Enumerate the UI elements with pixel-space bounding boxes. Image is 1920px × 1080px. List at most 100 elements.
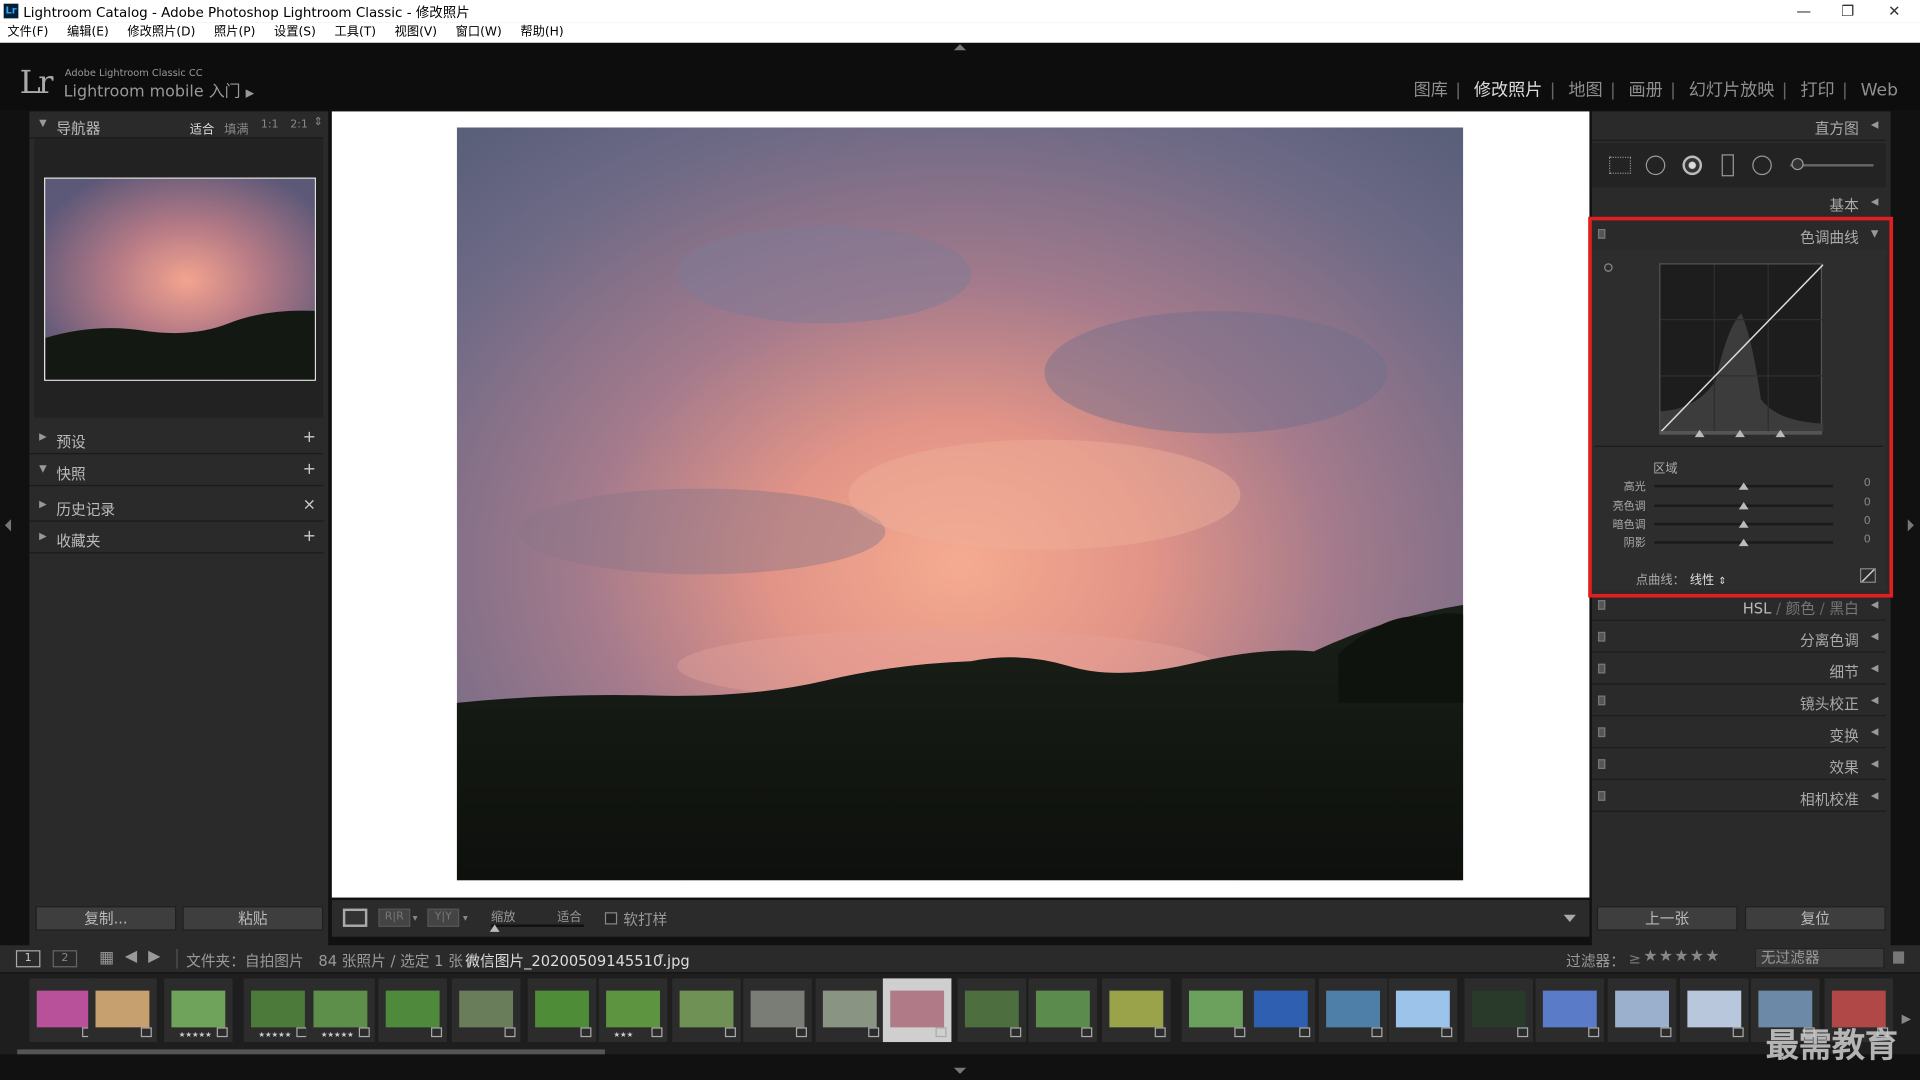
- back-arrow-icon[interactable]: ◀: [125, 948, 137, 966]
- close-button[interactable]: ✕: [1876, 1, 1913, 21]
- histogram-header[interactable]: 直方图 ◀: [1591, 111, 1886, 141]
- effects-header[interactable]: 效果 ◀: [1591, 751, 1886, 781]
- filmstrip-thumbnail[interactable]: [451, 978, 521, 1043]
- filmstrip-thumbnail[interactable]: [1680, 978, 1749, 1043]
- menu-edit[interactable]: 编辑(E): [67, 22, 109, 43]
- filmstrip-thumbnail[interactable]: [1607, 978, 1677, 1043]
- softproof-checkbox[interactable]: [604, 912, 618, 925]
- split-toning-header[interactable]: 分离色调 ◀: [1591, 623, 1886, 653]
- menu-develop[interactable]: 修改照片(D): [127, 22, 195, 43]
- navigator-thumbnail[interactable]: [44, 177, 316, 381]
- effects-toggle-switch[interactable]: [1597, 759, 1606, 769]
- add-snapshot-icon[interactable]: +: [303, 460, 316, 478]
- previous-button[interactable]: 上一张: [1596, 906, 1738, 931]
- collections-header[interactable]: ▶ 收藏夹 +: [29, 524, 324, 554]
- module-map[interactable]: 地图: [1568, 81, 1602, 101]
- crop-tool-icon[interactable]: [1608, 156, 1632, 174]
- filmstrip-thumbnail[interactable]: [378, 978, 447, 1043]
- hsl-tab[interactable]: HSL: [1743, 600, 1772, 617]
- reset-button[interactable]: 复位: [1744, 906, 1886, 931]
- yy-dropdown-icon[interactable]: ▾: [463, 912, 468, 923]
- add-preset-icon[interactable]: +: [303, 429, 316, 447]
- transform-toggle-switch[interactable]: [1597, 727, 1606, 738]
- loupe-view-icon[interactable]: [342, 908, 368, 927]
- menu-help[interactable]: 帮助(H): [520, 22, 563, 43]
- filmstrip-thumbnail[interactable]: [1181, 978, 1251, 1043]
- red-eye-icon[interactable]: [1682, 155, 1703, 176]
- module-slideshow[interactable]: 幻灯片放映: [1689, 81, 1775, 101]
- filmstrip-thumbnail[interactable]: [88, 978, 157, 1043]
- filmstrip-thumbnail[interactable]: [815, 978, 885, 1043]
- menu-tools[interactable]: 工具(T): [334, 22, 376, 43]
- filmstrip-right-arrow-icon[interactable]: ▶: [1902, 1013, 1911, 1026]
- menu-window[interactable]: 窗口(W): [456, 22, 502, 43]
- lens-corrections-header[interactable]: 镜头校正 ◀: [1591, 687, 1886, 717]
- radial-filter-icon[interactable]: [1752, 155, 1772, 176]
- filmstrip-thumbnail[interactable]: [743, 978, 812, 1043]
- folder-source-label[interactable]: 文件夹：自拍图片: [186, 950, 304, 971]
- before-after-dropdown-icon[interactable]: ▾: [413, 912, 418, 923]
- lens-toggle-switch[interactable]: [1597, 695, 1606, 706]
- filename-dropdown-icon[interactable]: ▾: [659, 950, 664, 961]
- main-photo[interactable]: [456, 127, 1464, 881]
- presets-header[interactable]: ▶ 预设 +: [29, 425, 324, 455]
- module-library[interactable]: 图库: [1414, 81, 1448, 101]
- detail-header[interactable]: 细节 ◀: [1591, 655, 1886, 685]
- zoom-fill-option[interactable]: 填满: [224, 119, 248, 137]
- module-develop[interactable]: 修改照片: [1474, 81, 1543, 101]
- filter-condition[interactable]: ≥: [1629, 950, 1641, 967]
- copy-settings-button[interactable]: 复制...: [35, 906, 177, 931]
- filmstrip-thumbnail[interactable]: [672, 978, 741, 1043]
- collapse-bottom-arrow-icon[interactable]: [953, 1067, 967, 1074]
- filmstrip-thumbnail[interactable]: [1246, 978, 1316, 1043]
- filmstrip-thumbnail[interactable]: [1464, 978, 1534, 1043]
- before-after-yy-icon[interactable]: Y|Y: [427, 908, 460, 927]
- module-book[interactable]: 画册: [1629, 81, 1663, 101]
- zoom-fit-option[interactable]: 适合: [190, 119, 214, 137]
- bw-tab[interactable]: 黑白: [1829, 600, 1858, 617]
- grid-icon[interactable]: ▦: [99, 949, 114, 967]
- add-collection-icon[interactable]: +: [303, 528, 316, 546]
- zoom-dropdown-icon[interactable]: ⇕: [313, 116, 322, 128]
- transform-header[interactable]: 变换 ◀: [1591, 719, 1886, 749]
- filmstrip-thumbnail[interactable]: [1102, 978, 1171, 1043]
- right-collapse-arrow-icon[interactable]: [1907, 519, 1914, 532]
- camera-calibration-header[interactable]: 相机校准 ◀: [1591, 782, 1886, 812]
- split-toning-toggle-switch[interactable]: [1597, 631, 1606, 642]
- basic-header[interactable]: 基本 ◀: [1591, 189, 1886, 218]
- graduated-filter-icon[interactable]: [1721, 154, 1734, 177]
- clear-history-icon[interactable]: ×: [303, 496, 316, 514]
- module-print[interactable]: 打印: [1800, 81, 1834, 101]
- calibration-toggle-switch[interactable]: [1597, 791, 1606, 801]
- left-collapse-arrow-icon[interactable]: [4, 519, 12, 532]
- zoom-2to1-option[interactable]: 2:1: [290, 119, 308, 131]
- menu-view[interactable]: 视图(V): [395, 22, 437, 43]
- maximize-button[interactable]: ❐: [1829, 1, 1866, 21]
- zoom-slider-knob[interactable]: [489, 924, 500, 932]
- zoom-slider[interactable]: [491, 924, 585, 927]
- filmstrip-thumbnail[interactable]: ★★★★★: [164, 978, 233, 1043]
- paste-settings-button[interactable]: 粘贴: [182, 906, 324, 931]
- menu-file[interactable]: 文件(F): [7, 22, 48, 43]
- history-header[interactable]: ▶ 历史记录 ×: [29, 492, 324, 522]
- filter-lock-icon[interactable]: [1893, 951, 1905, 964]
- color-tab[interactable]: 颜色: [1786, 600, 1815, 617]
- minimize-button[interactable]: —: [1785, 1, 1822, 21]
- filmstrip-scrollbar[interactable]: [17, 1049, 605, 1055]
- filmstrip-thumbnail[interactable]: [1388, 978, 1458, 1043]
- brand-main[interactable]: Lightroom mobile 入门 ▶: [64, 78, 254, 101]
- module-web[interactable]: Web: [1861, 81, 1898, 101]
- filmstrip-thumbnail[interactable]: [1318, 978, 1388, 1043]
- filmstrip-thumbnail[interactable]: [1535, 978, 1605, 1043]
- navigator-header[interactable]: ▼ 导航器 适合 填满 1:1 2:1 ⇕: [29, 111, 324, 139]
- filmstrip-thumbnail[interactable]: ★★★: [598, 978, 668, 1043]
- brush-icon[interactable]: [1791, 157, 1804, 171]
- filmstrip-thumbnail[interactable]: ★★★★★: [243, 978, 313, 1043]
- before-after-lr-icon[interactable]: R|R: [378, 908, 411, 927]
- spot-removal-icon[interactable]: [1645, 155, 1666, 176]
- secondary-window-button[interactable]: 2: [52, 950, 78, 968]
- snapshots-header[interactable]: ▼ 快照 +: [29, 457, 324, 487]
- menu-photo[interactable]: 照片(P): [214, 22, 255, 43]
- filmstrip-thumbnail[interactable]: [882, 978, 952, 1043]
- detail-toggle-switch[interactable]: [1597, 663, 1606, 674]
